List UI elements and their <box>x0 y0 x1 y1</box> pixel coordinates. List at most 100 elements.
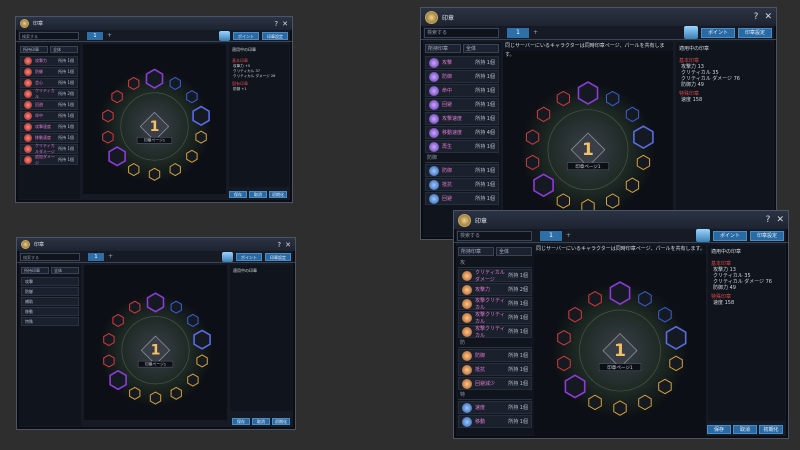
seal-slot-hexagon[interactable] <box>638 291 652 307</box>
seal-slot-hexagon[interactable] <box>556 90 570 107</box>
seal-slot-hexagon[interactable] <box>102 109 114 123</box>
points-button[interactable]: ポイント <box>712 230 747 241</box>
seal-list-item[interactable]: 回避 所持 1個 <box>425 98 499 111</box>
close-icon[interactable]: ✕ <box>285 241 291 249</box>
seal-slot-hexagon[interactable] <box>606 193 620 209</box>
seal-slot-hexagon[interactable] <box>193 329 211 350</box>
seal-settings-button[interactable]: 印章設定 <box>262 31 288 40</box>
seal-slot-hexagon[interactable] <box>665 325 687 350</box>
section-header[interactable]: 特 <box>458 391 532 400</box>
seal-slot-hexagon[interactable] <box>103 333 115 347</box>
owned-filter-dropdown[interactable]: 所持印章 <box>425 44 461 53</box>
help-icon[interactable]: ? <box>766 215 771 225</box>
seal-slot-hexagon[interactable] <box>129 300 141 314</box>
save-button[interactable]: 保存 <box>707 425 731 434</box>
seal-slot-hexagon[interactable] <box>170 386 182 400</box>
seal-list-item[interactable]: 防御 所持 1個 <box>20 67 78 77</box>
search-input[interactable]: 検索する <box>20 252 80 261</box>
cancel-button[interactable]: 取消 <box>249 191 267 198</box>
seal-list-item[interactable]: 防御 所持 1個 <box>458 349 532 362</box>
seal-list-item[interactable]: 回避減少 所持 1個 <box>458 377 532 390</box>
seal-list-item[interactable]: 攻撃速度 所持 1個 <box>20 122 78 132</box>
title-bar[interactable]: 印章 ? ✕ <box>16 17 292 30</box>
seal-slot-hexagon[interactable] <box>186 149 198 163</box>
seal-list-item[interactable]: クリティカルダメージ 所持 1個 <box>20 143 78 154</box>
seal-slot-hexagon[interactable] <box>111 90 123 104</box>
seal-slot-hexagon[interactable] <box>129 386 141 400</box>
seal-slot-hexagon[interactable] <box>606 90 620 107</box>
seal-list-item[interactable]: 移動速度 所持 4個 <box>425 126 499 139</box>
owned-filter-dropdown[interactable]: 所持印章 <box>21 267 49 274</box>
points-button[interactable]: ポイント <box>233 31 259 40</box>
seal-slot-hexagon[interactable] <box>633 125 654 150</box>
seal-slot-hexagon[interactable] <box>170 300 182 314</box>
tab-page-1[interactable]: 1 <box>87 31 103 40</box>
title-bar[interactable]: 印章 ? ✕ <box>421 8 776 26</box>
seal-slot-hexagon[interactable] <box>636 154 651 171</box>
tab-page-1[interactable]: 1 <box>507 27 529 38</box>
add-tab-button[interactable]: + <box>107 32 112 39</box>
seal-slot-hexagon[interactable] <box>112 313 124 327</box>
save-button[interactable]: 保存 <box>229 191 247 198</box>
help-icon[interactable]: ? <box>754 12 759 22</box>
seal-slot-hexagon[interactable] <box>564 374 586 399</box>
seal-slot-hexagon[interactable] <box>109 369 127 391</box>
search-input[interactable]: 検索する <box>19 31 79 40</box>
category-filter-dropdown[interactable]: 全体 <box>463 44 499 53</box>
seal-slot-hexagon[interactable] <box>525 154 540 171</box>
seal-slot-hexagon[interactable] <box>108 146 126 167</box>
seal-settings-button[interactable]: 印章設定 <box>265 252 291 261</box>
cancel-button[interactable]: 取消 <box>733 425 757 434</box>
seal-list-item[interactable]: 防御 所持 1個 <box>425 164 499 177</box>
seal-list-item[interactable]: 攻撃クリティカル 所持 1個 <box>458 325 532 339</box>
help-icon[interactable]: ? <box>274 20 278 28</box>
seal-slot-hexagon[interactable] <box>187 373 199 387</box>
seal-slot-hexagon[interactable] <box>658 306 672 323</box>
seal-slot-hexagon[interactable] <box>568 306 582 323</box>
seal-slot-hexagon[interactable] <box>145 68 164 89</box>
seal-slot-hexagon[interactable] <box>192 105 210 127</box>
seal-slot-hexagon[interactable] <box>669 355 683 372</box>
seal-slot-hexagon[interactable] <box>613 400 627 416</box>
seal-slot-hexagon[interactable] <box>128 76 140 90</box>
seal-list-item[interactable]: 抵抗 所持 1個 <box>425 178 499 191</box>
seal-list-item[interactable]: クリティカルダメージ 所持 1個 <box>458 269 532 283</box>
reset-button[interactable]: 初期化 <box>269 191 287 198</box>
category-filter-dropdown[interactable]: 全体 <box>51 267 79 274</box>
points-button[interactable]: ポイント <box>700 27 735 38</box>
section-header[interactable]: 防 <box>458 339 532 348</box>
seal-slot-hexagon[interactable] <box>187 313 199 327</box>
seal-slot-hexagon[interactable] <box>658 378 672 395</box>
category-row[interactable]: 特殊 <box>21 317 79 326</box>
seal-list-item[interactable]: 回避 所持 1個 <box>20 100 78 110</box>
seal-list-item[interactable]: 抵抗 所持 1個 <box>458 363 532 376</box>
seal-slot-hexagon[interactable] <box>103 354 115 368</box>
tab-page-1[interactable]: 1 <box>540 230 562 241</box>
seal-slot-hexagon[interactable] <box>536 106 551 123</box>
seal-slot-hexagon[interactable] <box>148 167 161 181</box>
seal-list-item[interactable]: 再生 所持 1個 <box>425 140 499 153</box>
tab-page-1[interactable]: 1 <box>88 252 104 261</box>
seal-list-item[interactable]: 攻撃力 所持 2個 <box>458 283 532 296</box>
seal-slot-hexagon[interactable] <box>609 281 631 306</box>
points-button[interactable]: ポイント <box>236 252 262 261</box>
seal-slot-hexagon[interactable] <box>128 163 140 177</box>
help-icon[interactable]: ? <box>277 241 281 249</box>
seal-slot-hexagon[interactable] <box>146 292 165 313</box>
seal-slot-hexagon[interactable] <box>102 130 114 144</box>
add-tab-button[interactable]: + <box>108 253 113 260</box>
seal-slot-hexagon[interactable] <box>525 129 540 145</box>
add-tab-button[interactable]: + <box>566 232 571 239</box>
seal-slot-hexagon[interactable] <box>557 355 571 372</box>
category-row[interactable]: 攻撃 <box>21 277 79 286</box>
save-button[interactable]: 保存 <box>232 418 250 425</box>
seal-slot-hexagon[interactable] <box>149 391 162 405</box>
seal-slot-hexagon[interactable] <box>533 173 554 198</box>
section-header[interactable]: 防御 <box>425 154 499 163</box>
close-icon[interactable]: ✕ <box>282 20 288 28</box>
seal-list-item[interactable]: 速度 所持 1個 <box>458 401 532 414</box>
seal-slot-hexagon[interactable] <box>169 163 181 177</box>
seal-list-item[interactable]: 移動速度 所持 1個 <box>20 133 78 143</box>
search-input[interactable]: 検索する <box>424 27 499 38</box>
seal-list-item[interactable]: 攻撃クリティカル 所持 1個 <box>458 297 532 311</box>
